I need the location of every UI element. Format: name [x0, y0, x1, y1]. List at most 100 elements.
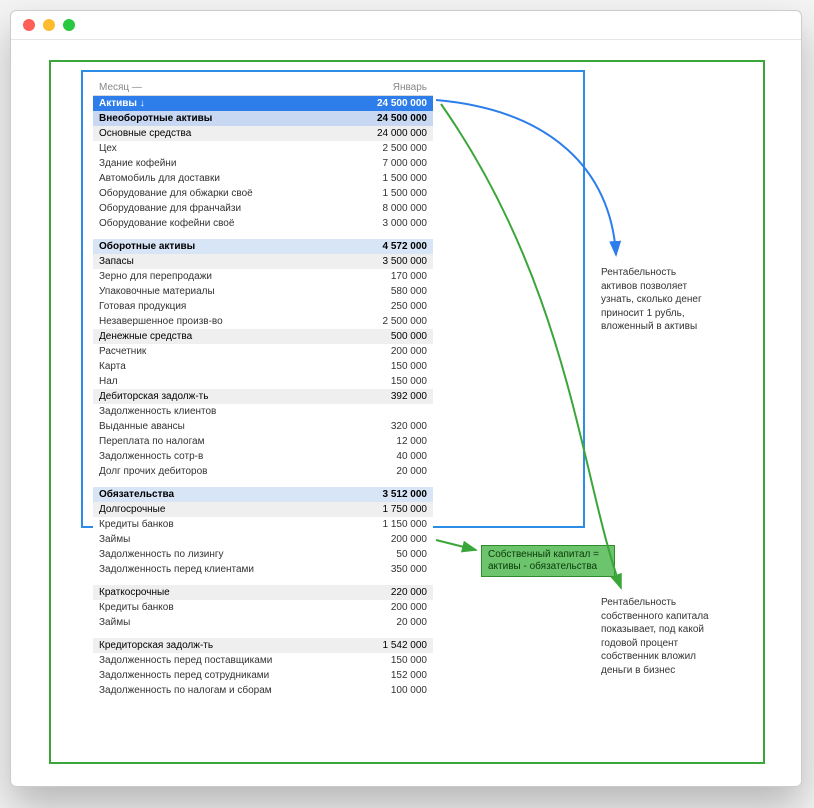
- row-value: 320 000: [391, 421, 427, 432]
- table-row: Упаковочные материалы580 000: [93, 284, 433, 299]
- table-row: Задолженность перед сотрудниками152 000: [93, 668, 433, 683]
- row-value: 1 500 000: [383, 188, 428, 199]
- balance-sheet: Месяц — Январь Активы ↓ 24 500 000 Внеоб…: [93, 80, 433, 698]
- row-value: 2 500 000: [383, 316, 428, 327]
- row-value: 12 000: [396, 436, 427, 447]
- month-label: Месяц —: [99, 82, 393, 93]
- row-value: 200 000: [391, 602, 427, 613]
- equity-formula-pill: Собственный капитал = активы - обязатель…: [481, 545, 615, 577]
- table-row: Автомобиль для доставки1 500 000: [93, 171, 433, 186]
- window-content: Месяц — Январь Активы ↓ 24 500 000 Внеоб…: [11, 40, 801, 787]
- table-row: Нал150 000: [93, 374, 433, 389]
- row-value: 100 000: [391, 685, 427, 696]
- table-row: Займы20 000: [93, 615, 433, 630]
- table-row: Задолженность клиентов: [93, 404, 433, 419]
- row-label: Задолженность клиентов: [99, 406, 427, 417]
- table-row: Оборудование для обжарки своё1 500 000: [93, 186, 433, 201]
- fixed-assets-row: Основные средства 24 000 000: [93, 126, 433, 141]
- row-value: 40 000: [396, 451, 427, 462]
- table-row: Расчетник200 000: [93, 344, 433, 359]
- row-value: 8 000 000: [383, 203, 428, 214]
- row-label: Задолженность перед сотрудниками: [99, 670, 391, 681]
- long-term-row: Долгосрочные 1 750 000: [93, 502, 433, 517]
- row-label: Карта: [99, 361, 391, 372]
- table-row: Кредиты банков1 150 000: [93, 517, 433, 532]
- table-row: Незавершенное произв-во2 500 000: [93, 314, 433, 329]
- row-label: Оборудование для франчайзи: [99, 203, 383, 214]
- table-row: Задолженность по налогам и сборам100 000: [93, 683, 433, 698]
- row-label: Выданные авансы: [99, 421, 391, 432]
- row-label: Займы: [99, 534, 391, 545]
- table-row: Переплата по налогам12 000: [93, 434, 433, 449]
- table-row: Задолженность перед клиентами350 000: [93, 562, 433, 577]
- row-value: 20 000: [396, 617, 427, 628]
- row-label: Задолженность сотр-в: [99, 451, 396, 462]
- month-value: Январь: [393, 82, 427, 93]
- payables-row: Кредиторская задолж-ть 1 542 000: [93, 638, 433, 653]
- row-label: Задолженность по лизингу: [99, 549, 396, 560]
- table-row: Готовая продукция250 000: [93, 299, 433, 314]
- row-label: Кредиты банков: [99, 602, 391, 613]
- row-value: 1 150 000: [383, 519, 428, 530]
- row-label: Кредиты банков: [99, 519, 383, 530]
- row-label: Оборудование кофейни своё: [99, 218, 383, 229]
- row-value: 152 000: [391, 670, 427, 681]
- row-label: Незавершенное произв-во: [99, 316, 383, 327]
- header-row: Месяц — Январь: [93, 80, 433, 96]
- liabilities-row: Обязательства 3 512 000: [93, 487, 433, 502]
- row-value: 150 000: [391, 361, 427, 372]
- note-roa: Рентабельность активов позволяет узнать,…: [601, 266, 711, 334]
- minimize-icon[interactable]: [43, 19, 55, 31]
- table-row: Оборудование для франчайзи8 000 000: [93, 201, 433, 216]
- row-label: Автомобиль для доставки: [99, 173, 383, 184]
- assets-total-row: Активы ↓ 24 500 000: [93, 96, 433, 111]
- table-row: Здание кофейни7 000 000: [93, 156, 433, 171]
- row-label: Расчетник: [99, 346, 391, 357]
- row-label: Готовая продукция: [99, 301, 391, 312]
- row-value: 150 000: [391, 376, 427, 387]
- row-label: Здание кофейни: [99, 158, 383, 169]
- row-value: 250 000: [391, 301, 427, 312]
- row-value: 7 000 000: [383, 158, 428, 169]
- table-row: Кредиты банков200 000: [93, 600, 433, 615]
- row-label: Долг прочих дебиторов: [99, 466, 396, 477]
- row-label: Задолженность перед поставщиками: [99, 655, 391, 666]
- table-row: Карта150 000: [93, 359, 433, 374]
- table-row: Цех2 500 000: [93, 141, 433, 156]
- row-value: 20 000: [396, 466, 427, 477]
- row-label: Оборудование для обжарки своё: [99, 188, 383, 199]
- row-value: 200 000: [391, 534, 427, 545]
- row-value: 350 000: [391, 564, 427, 575]
- note-roe: Рентабельность собственного капитала пок…: [601, 596, 711, 677]
- cash-row: Денежные средства 500 000: [93, 329, 433, 344]
- close-icon[interactable]: [23, 19, 35, 31]
- row-value: 200 000: [391, 346, 427, 357]
- row-label: Цех: [99, 143, 383, 154]
- row-value: 2 500 000: [383, 143, 428, 154]
- table-row: Оборудование кофейни своё3 000 000: [93, 216, 433, 231]
- row-value: 50 000: [396, 549, 427, 560]
- table-row: Займы200 000: [93, 532, 433, 547]
- table-row: Задолженность по лизингу50 000: [93, 547, 433, 562]
- table-row: Задолженность сотр-в40 000: [93, 449, 433, 464]
- receivables-row: Дебиторская задолж-ть 392 000: [93, 389, 433, 404]
- current-assets-row: Оборотные активы 4 572 000: [93, 239, 433, 254]
- row-label: Упаковочные материалы: [99, 286, 391, 297]
- row-value: 170 000: [391, 271, 427, 282]
- row-value: 1 500 000: [383, 173, 428, 184]
- row-label: Займы: [99, 617, 396, 628]
- row-label: Нал: [99, 376, 391, 387]
- table-row: Долг прочих дебиторов20 000: [93, 464, 433, 479]
- inventory-row: Запасы 3 500 000: [93, 254, 433, 269]
- table-row: Зерно для перепродажи170 000: [93, 269, 433, 284]
- short-term-row: Краткосрочные 220 000: [93, 585, 433, 600]
- row-value: 3 000 000: [383, 218, 428, 229]
- row-label: Переплата по налогам: [99, 436, 396, 447]
- row-value: 580 000: [391, 286, 427, 297]
- window-titlebar: [11, 11, 801, 40]
- zoom-icon[interactable]: [63, 19, 75, 31]
- row-label: Задолженность перед клиентами: [99, 564, 391, 575]
- noncurrent-assets-row: Внеоборотные активы 24 500 000: [93, 111, 433, 126]
- row-value: 150 000: [391, 655, 427, 666]
- row-label: Зерно для перепродажи: [99, 271, 391, 282]
